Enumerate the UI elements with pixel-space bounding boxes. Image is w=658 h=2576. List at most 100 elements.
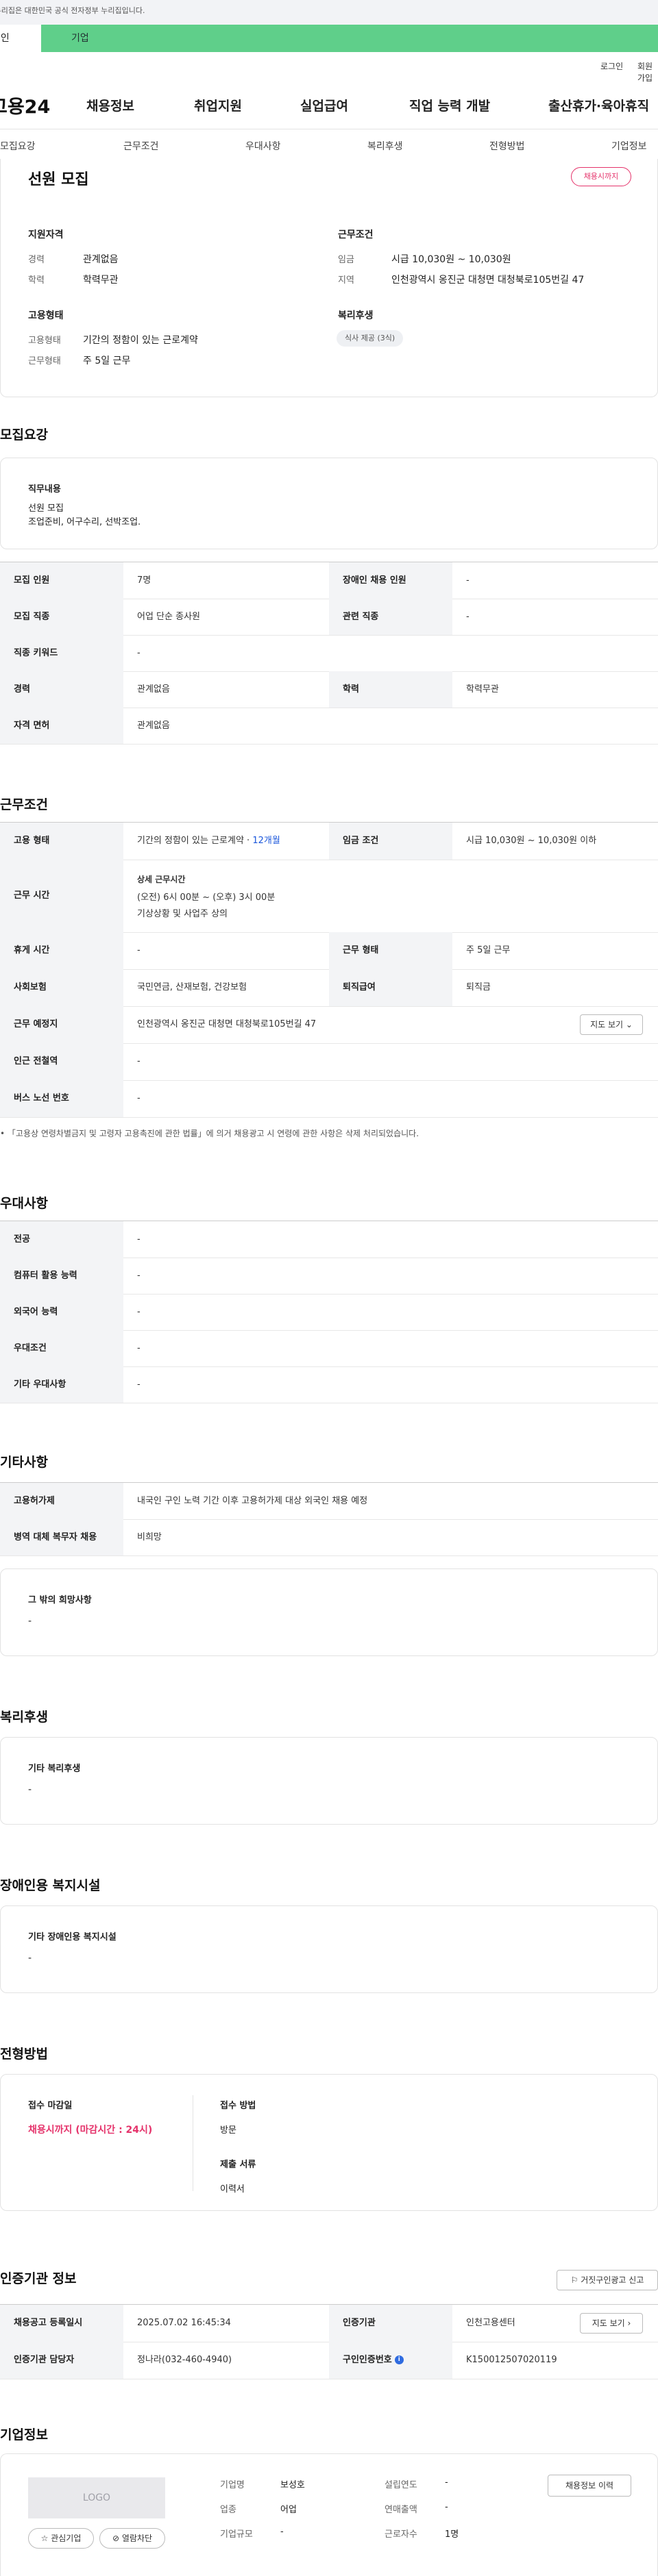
tab-company[interactable]: 기업: [41, 25, 658, 52]
site-logo[interactable]: 고용24: [0, 92, 50, 118]
block-company-button[interactable]: ⊘ 열람차단: [99, 2528, 165, 2549]
conditions-table: 고용 형태 기간의 정함이 있는 근로계약 · 12개월 임금 조건 시급 10…: [0, 822, 658, 1118]
method-value: 방문: [220, 2125, 236, 2136]
join-link[interactable]: 회원가입: [637, 60, 658, 84]
subnav-selection[interactable]: 전형방법: [489, 139, 525, 153]
table-row: 모집 직종 어업 단순 종사원 관련 직종 -: [0, 599, 658, 636]
td-preference-condition: -: [137, 1343, 141, 1353]
td-other-preference: -: [137, 1379, 141, 1390]
info-icon[interactable]: i: [394, 2355, 404, 2364]
report-fake-ad-button[interactable]: ⚐ 거짓구인광고 신고: [557, 2270, 658, 2290]
company-section-title: 기업정보: [0, 2427, 48, 2442]
company-size-value: -: [280, 2527, 284, 2537]
agency-map-button[interactable]: 지도 보기 ›: [580, 2313, 643, 2334]
th-break: 휴게 시간: [0, 932, 123, 969]
qual-heading: 지원자격: [28, 229, 64, 240]
industry-label: 업종: [220, 2505, 236, 2515]
block-icon: ⊘: [112, 2534, 120, 2543]
td-computer: -: [137, 1271, 141, 1281]
td-military: 비희망: [137, 1532, 162, 1542]
gnb-item-employment-support[interactable]: 취업지원: [194, 96, 242, 114]
td-insurance: 국민연금, 산재보험, 건강보험: [137, 982, 247, 992]
table-row: 전공 -: [0, 1221, 658, 1258]
work-hours-detail: (오전) 6시 00분 ~ (오후) 3시 00분: [137, 892, 276, 903]
table-row: 채용공고 등록일시 2025.07.02 16:45:34 인증기관 인천고용센…: [0, 2305, 658, 2342]
th-reg-date: 채용공고 등록일시: [0, 2305, 123, 2342]
subnav-company[interactable]: 기업정보: [611, 139, 647, 153]
th-headcount: 모집 인원: [0, 562, 123, 599]
global-nav: 고용24 채용정보 취업지원 실업급여 직업 능력 개발 출산휴가·육아휴직: [0, 82, 658, 129]
subnav-preference[interactable]: 우대사항: [245, 139, 281, 153]
deadline-label: 접수 마감일: [28, 2101, 73, 2111]
revenue-label: 연매출액: [385, 2505, 417, 2515]
th-related-occupation: 관련 직종: [329, 599, 452, 635]
welfare-section-title: 복리후생: [0, 1710, 48, 1725]
th-agency: 인증기관: [329, 2305, 452, 2342]
td-education: 학력무관: [466, 684, 499, 695]
etc-table: 고용허가제 내국인 구인 노력 기간 이후 고용허가제 대상 외국인 채용 예정…: [0, 1482, 658, 1556]
revenue-value: -: [445, 2502, 448, 2512]
th-language: 외국어 능력: [0, 1294, 123, 1330]
td-staff: 정나라(032-460-4940): [137, 2355, 232, 2365]
td-bus: -: [137, 1093, 141, 1103]
emp-heading: 고용형태: [28, 310, 64, 321]
td-occupation: 어업 단순 종사원: [137, 612, 200, 622]
deadline-value: 채용시까지 (마감시간 : 24시): [28, 2125, 153, 2136]
gov-banner: 이 누리집은 대한민국 공식 전자정부 누리집입니다.: [0, 0, 658, 25]
recruit-section-title: 모집요강: [0, 427, 48, 442]
star-icon: ☆: [40, 2534, 49, 2543]
table-row: 우대조건 -: [0, 1330, 658, 1367]
founded-label: 설립연도: [385, 2480, 417, 2490]
preference-section-title: 우대사항: [0, 1196, 48, 1211]
table-row: 외국어 능력 -: [0, 1294, 658, 1331]
welfare-chip: 식사 제공 (3식): [337, 330, 404, 347]
th-keyword: 직종 키워드: [0, 635, 123, 671]
selection-card: 접수 마감일 채용시까지 (마감시간 : 24시) 접수 방법 방문 제출 서류…: [0, 2074, 658, 2211]
work-place-map-button[interactable]: 지도 보기 ⌄: [580, 1014, 643, 1035]
employees-value: 1명: [445, 2529, 459, 2540]
td-retirement: 퇴직금: [466, 982, 491, 992]
table-row: 모집 인원 7명 장애인 채용 인원 -: [0, 562, 658, 599]
disability-label: 기타 장애인용 복지시설: [28, 1932, 117, 1942]
duty-card: 직무내용 선원 모집 조업준비, 어구수리, 선박조업.: [0, 458, 658, 549]
gnb-item-unemployment[interactable]: 실업급여: [300, 96, 348, 114]
td-related-occupation: -: [466, 612, 470, 622]
td-major: -: [137, 1234, 141, 1245]
table-row: 고용 형태 기간의 정함이 있는 근로계약 · 12개월 임금 조건 시급 10…: [0, 823, 658, 860]
th-education: 학력: [329, 671, 452, 708]
gnb-item-jobs[interactable]: 채용정보: [86, 96, 134, 114]
selection-section-title: 전형방법: [0, 2047, 48, 2062]
emp-type-label: 고용형태: [28, 336, 61, 346]
table-row: 경력 관계없음 학력 학력무관: [0, 671, 658, 708]
company-name-label: 기업명: [220, 2480, 245, 2490]
th-military: 병역 대체 복무자 채용: [0, 1519, 123, 1555]
login-link[interactable]: 로그인: [600, 60, 623, 72]
welfare-label: 기타 복리후생: [28, 1764, 81, 1774]
work-hours-sub-label: 상세 근무시간: [137, 875, 186, 884]
tab-personal[interactable]: 개인: [0, 25, 41, 52]
table-row: 근무 시간 상세 근무시간 (오전) 6시 00분 ~ (오후) 3시 00분 …: [0, 860, 658, 933]
th-occupation: 모집 직종: [0, 599, 123, 635]
emp-duration: 12개월: [252, 836, 280, 846]
subnav-welfare[interactable]: 복리후생: [367, 139, 403, 153]
td-experience: 관계없음: [137, 684, 170, 695]
th-other-preference: 기타 우대사항: [0, 1366, 123, 1403]
td-keyword: -: [137, 648, 141, 658]
age-discrimination-note: • 「고용상 연령차별금지 및 고령자 고용촉진에 관한 법률」에 의거 채용광…: [0, 1129, 419, 1138]
region-label: 지역: [338, 275, 354, 286]
company-size-label: 기업규모: [220, 2529, 253, 2540]
exp-label: 경력: [28, 255, 45, 265]
subnav-recruit[interactable]: 모집요강: [0, 139, 36, 153]
chevron-down-icon: ⌄: [625, 1020, 633, 1029]
etc-section-title: 기타사항: [0, 1455, 48, 1470]
favorite-company-button[interactable]: ☆ 관심기업: [28, 2528, 94, 2549]
wage-value: 시급 10,030원 ~ 10,030원: [391, 254, 511, 265]
table-row: 직종 키워드 -: [0, 635, 658, 672]
gnb-item-parental-leave[interactable]: 출산휴가·육아휴직: [548, 96, 649, 114]
subnav-conditions[interactable]: 근무조건: [123, 139, 159, 153]
region-value: 인천광역시 옹진군 대청면 대청북로105번길 47: [391, 275, 585, 286]
th-wage: 임금 조건: [329, 823, 452, 860]
gnb-item-training[interactable]: 직업 능력 개발: [409, 96, 490, 114]
table-row: 고용허가제 내국인 구인 노력 기간 이후 고용허가제 대상 외국인 채용 예정: [0, 1483, 658, 1520]
hiring-history-button[interactable]: 채용정보 이력: [548, 2475, 631, 2497]
